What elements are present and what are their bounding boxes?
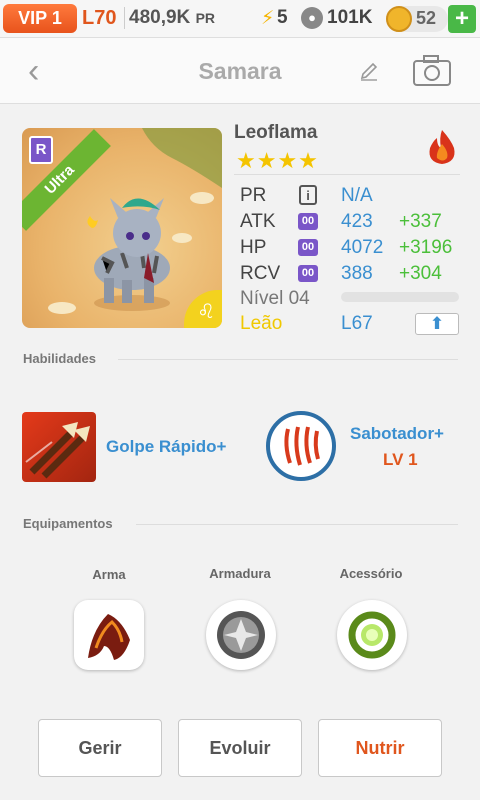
food-count: 101K [327,7,373,28]
page-header: ‹ Samara [0,38,480,104]
stat-atk-value: 423 [341,211,373,232]
star-rating: ★★★★ [236,148,319,173]
shield-armor-icon [217,611,265,659]
armor-label: Armadura [209,566,271,581]
stat-pr-value: N/A [341,185,373,206]
weapon-slot[interactable] [74,600,144,670]
xp-bar [341,292,459,302]
player-level: L70 [82,7,117,29]
food-icon: ● [301,7,323,29]
skill-1-name[interactable]: Golpe Rápido+ [106,437,226,457]
atk-badge-icon: 00 [298,213,318,230]
divider [234,174,460,175]
player-power: 480,9K PR [124,7,215,29]
skill-2-level: LV 1 [383,450,418,469]
weapon-label: Arma [92,567,126,582]
stat-hp-label: HP [240,237,267,258]
claw-icon [284,426,320,466]
stat-rcv-label: RCV [240,263,281,284]
pet-level: Nível 04 [240,288,310,309]
fire-icon [429,130,455,164]
player-power-unit: PR [195,10,216,26]
rcv-badge-icon: 00 [298,265,318,282]
skill-2-name[interactable]: Sabotador+ [350,424,444,444]
stat-atk-bonus: +337 [399,211,442,232]
energy-count: 5 [277,7,288,28]
sabotage-skill-icon[interactable] [266,411,336,481]
add-coins-button[interactable]: + [448,5,476,33]
stat-atk-label: ATK [240,211,276,232]
ring-accessory-icon [348,611,396,659]
pet-portrait[interactable]: Ultra R ♌ [22,128,222,328]
coin-count: 52 [416,8,437,28]
player-power-value: 480,9K [129,7,191,28]
rank-badge: R [29,136,53,164]
upgrade-button[interactable]: ⬆ [415,313,459,335]
resource-bar: VIP 1 L70 480,9K PR ⚡ 5 ● 101K 52 + [0,0,480,38]
info-icon[interactable]: i [299,185,317,205]
claw-weapon-icon [88,614,130,660]
zodiac-level: L67 [341,313,373,334]
camera-icon[interactable] [412,53,452,87]
stat-hp-value: 4072 [341,237,384,258]
stat-rcv-value: 388 [341,263,373,284]
accessory-slot[interactable] [337,600,407,670]
stat-rcv-bonus: +304 [399,263,442,284]
vip-badge[interactable]: VIP 1 [3,4,77,33]
zodiac-sign: Leão [240,313,283,334]
page-title: Samara [198,58,282,84]
quick-strike-skill-icon[interactable] [22,412,96,482]
divider [118,359,458,360]
skills-section-title: Habilidades [23,351,96,366]
energy-icon: ⚡ [261,8,275,29]
hp-badge-icon: 00 [298,239,318,256]
divider [136,524,458,525]
edit-icon[interactable] [358,60,380,82]
equipment-section-title: Equipamentos [23,516,113,531]
feed-button[interactable]: Nutrir [318,719,442,777]
armor-slot[interactable] [206,600,276,670]
evolve-button[interactable]: Evoluir [178,719,302,777]
pet-name: Leoflama [234,122,318,143]
arrow-up-icon: ⬆ [429,314,445,333]
accessory-label: Acessório [339,566,403,581]
stat-pr-label: PR [240,185,267,206]
arrows-icon [25,422,90,479]
coin-icon [386,6,412,32]
stat-hp-bonus: +3196 [399,237,453,258]
manage-button[interactable]: Gerir [38,719,162,777]
